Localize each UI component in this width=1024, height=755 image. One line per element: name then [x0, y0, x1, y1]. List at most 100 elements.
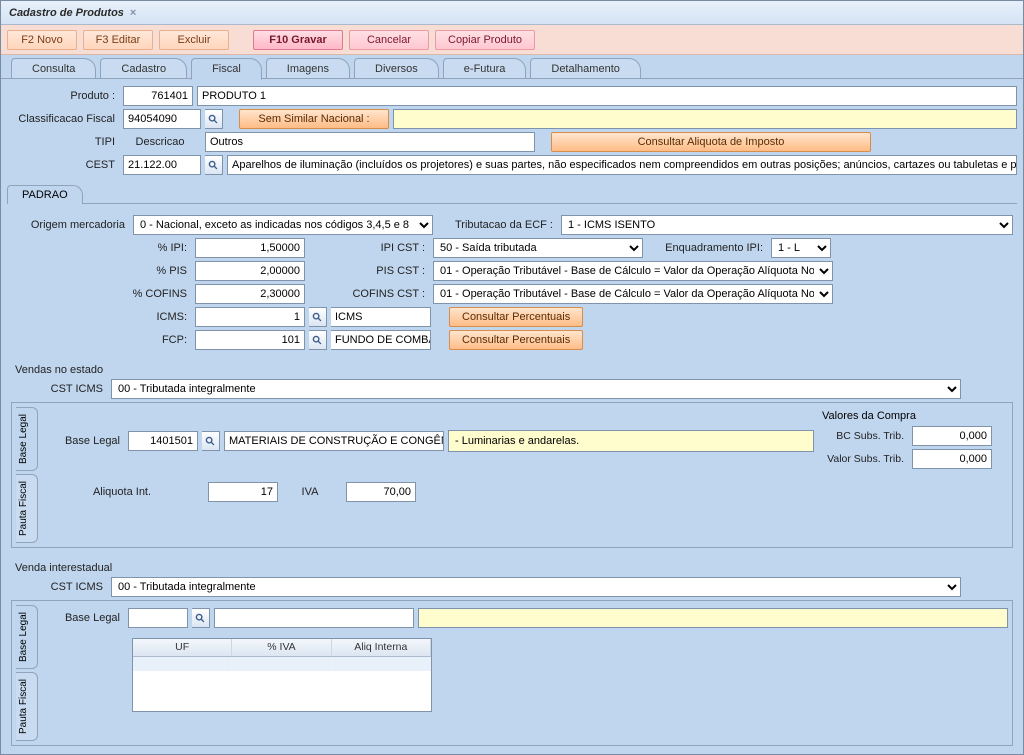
vendas-estado-panel: Base Legal Pauta Fiscal Base Legal 14015… [11, 402, 1013, 548]
ipi-cst-select[interactable]: 50 - Saída tributada [433, 238, 643, 258]
vi-sidetab-base-legal[interactable]: Base Legal [16, 605, 38, 669]
enq-ipi-label: Enquadramento IPI: [647, 242, 767, 254]
cofins-cst-label: COFINS CST : [309, 288, 429, 300]
ve-sidetab-pauta-fiscal[interactable]: Pauta Fiscal [16, 474, 38, 543]
vi-baselegal-label: Base Legal [44, 612, 124, 624]
vi-memo [418, 608, 1008, 628]
produto-nome: PRODUTO 1 [197, 86, 1017, 106]
icms-lookup-icon[interactable] [309, 307, 327, 327]
vi-csticms-select[interactable]: 00 - Tributada integralmente [111, 577, 961, 597]
cest-desc: Aparelhos de iluminação (incluídos os pr… [227, 155, 1017, 175]
vi-baselegal-desc [214, 608, 414, 628]
grid-col-uf: UF [133, 639, 232, 656]
ve-csticms-label: CST ICMS [11, 383, 107, 395]
classif-lookup-icon[interactable] [205, 109, 223, 129]
tab-diversos[interactable]: Diversos [354, 58, 439, 79]
vi-grid[interactable]: UF % IVA Aliq Interna [132, 638, 432, 712]
ipi-pct-input[interactable]: 1,50000 [195, 238, 305, 258]
fcp-desc: FUNDO DE COMBATE A [331, 330, 431, 350]
sem-similar-text [393, 109, 1017, 129]
pis-pct-input[interactable]: 2,00000 [195, 261, 305, 281]
tab-efutura[interactable]: e-Futura [443, 58, 527, 79]
tab-imagens[interactable]: Imagens [266, 58, 350, 79]
cofins-cst-select[interactable]: 01 - Operação Tributável - Base de Cálcu… [433, 284, 833, 304]
ipi-cst-label: IPI CST : [309, 242, 429, 254]
ve-baselegal-label: Base Legal [44, 435, 124, 447]
trib-ecf-label: Tributacao da ECF : [437, 219, 557, 231]
cest-lookup-icon[interactable] [205, 155, 223, 175]
bc-subs-label: BC Subs. Trib. [818, 430, 908, 442]
fcp-consultar-perc-button[interactable]: Consultar Percentuais [449, 330, 583, 350]
enq-ipi-select[interactable]: 1 - L [771, 238, 831, 258]
icms-label: ICMS: [11, 311, 191, 323]
grid-col-aliq: Aliq Interna [332, 639, 431, 656]
trib-ecf-select[interactable]: 1 - ICMS ISENTO [561, 215, 1013, 235]
icms-consultar-perc-button[interactable]: Consultar Percentuais [449, 307, 583, 327]
valores-compra-title: Valores da Compra [822, 410, 1008, 422]
bc-subs-input[interactable]: 0,000 [912, 426, 992, 446]
tipi-descricao-label: Descricao [123, 136, 201, 148]
main-tabs: Consulta Cadastro Fiscal Imagens Diverso… [1, 55, 1023, 79]
excluir-button[interactable]: Excluir [159, 30, 229, 50]
aliq-int-label: Aliquota Int. [44, 486, 204, 498]
gravar-button[interactable]: F10 Gravar [253, 30, 343, 50]
ipi-pct-label: % IPI: [11, 242, 191, 254]
toolbar: F2 Novo F3 Editar Excluir F10 Gravar Can… [1, 25, 1023, 55]
ve-csticms-select[interactable]: 00 - Tributada integralmente [111, 379, 961, 399]
venda-inter-panel: Base Legal Pauta Fiscal Base Legal [11, 600, 1013, 746]
produto-codigo: 761401 [123, 86, 193, 106]
classif-label: Classificacao Fiscal [7, 113, 119, 125]
fcp-input[interactable]: 101 [195, 330, 305, 350]
padrao-body: Origem mercadoria 0 - Nacional, exceto a… [7, 203, 1017, 750]
grid-col-iva: % IVA [232, 639, 331, 656]
aliq-int-input[interactable]: 17 [208, 482, 278, 502]
pis-pct-label: % PIS [11, 265, 191, 277]
ve-sidetab-base-legal[interactable]: Base Legal [16, 407, 38, 471]
ve-baselegal-lookup-icon[interactable] [202, 431, 220, 451]
valores-compra: Valores da Compra BC Subs. Trib.0,000 Va… [818, 410, 1008, 472]
vi-csticms-label: CST ICMS [11, 581, 107, 593]
vendas-estado-title: Vendas no estado [15, 364, 1013, 376]
tab-consulta[interactable]: Consulta [11, 58, 96, 79]
iva-label: IVA [282, 486, 342, 498]
produto-label: Produto : [7, 90, 119, 102]
sem-similar-button[interactable]: Sem Similar Nacional : [239, 109, 389, 129]
window-title: Cadastro de Produtos [9, 7, 124, 19]
cest-value[interactable]: 21.122.00 [123, 155, 201, 175]
cofins-pct-label: % COFINS [11, 288, 191, 300]
origem-label: Origem mercadoria [11, 219, 129, 231]
venda-inter-title: Venda interestadual [15, 562, 1013, 574]
icms-input[interactable]: 1 [195, 307, 305, 327]
fcp-label: FCP: [11, 334, 191, 346]
cancelar-button[interactable]: Cancelar [349, 30, 429, 50]
tipi-label: TIPI [7, 136, 119, 148]
fiscal-content: Produto : 761401 PRODUTO 1 Classificacao… [1, 79, 1023, 754]
vi-baselegal-lookup-icon[interactable] [192, 608, 210, 628]
close-tab-icon[interactable]: × [130, 7, 136, 19]
titlebar: Cadastro de Produtos × [1, 1, 1023, 25]
consultar-aliquota-button[interactable]: Consultar Aliquota de Imposto [551, 132, 871, 152]
ve-baselegal-input[interactable]: 1401501 [128, 431, 198, 451]
icms-desc: ICMS [331, 307, 431, 327]
ve-memo: - Luminarias e andarelas. [448, 430, 814, 452]
cofins-pct-input[interactable]: 2,30000 [195, 284, 305, 304]
pis-cst-label: PIS CST : [309, 265, 429, 277]
cest-label: CEST [7, 159, 119, 171]
copiar-produto-button[interactable]: Copiar Produto [435, 30, 535, 50]
editar-button[interactable]: F3 Editar [83, 30, 153, 50]
padrao-tab[interactable]: PADRAO [7, 185, 83, 204]
window: Cadastro de Produtos × F2 Novo F3 Editar… [0, 0, 1024, 755]
tab-detalhamento[interactable]: Detalhamento [530, 58, 641, 79]
vi-sidetab-pauta-fiscal[interactable]: Pauta Fiscal [16, 672, 38, 741]
tipi-descricao: Outros [205, 132, 535, 152]
tab-cadastro[interactable]: Cadastro [100, 58, 187, 79]
valor-subs-input[interactable]: 0,000 [912, 449, 992, 469]
novo-button[interactable]: F2 Novo [7, 30, 77, 50]
iva-input[interactable]: 70,00 [346, 482, 416, 502]
vi-baselegal-input[interactable] [128, 608, 188, 628]
origem-select[interactable]: 0 - Nacional, exceto as indicadas nos có… [133, 215, 433, 235]
pis-cst-select[interactable]: 01 - Operação Tributável - Base de Cálcu… [433, 261, 833, 281]
tab-fiscal[interactable]: Fiscal [191, 58, 262, 80]
fcp-lookup-icon[interactable] [309, 330, 327, 350]
classif-value[interactable]: 94054090 [123, 109, 201, 129]
